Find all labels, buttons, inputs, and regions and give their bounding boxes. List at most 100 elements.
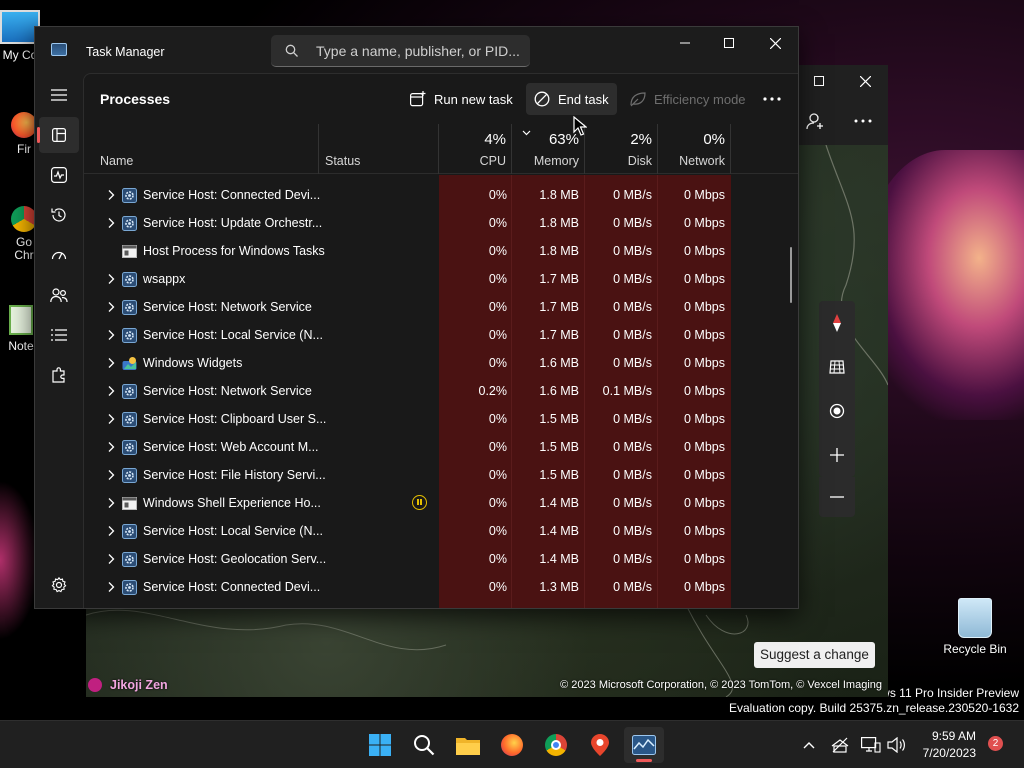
nav-item-app-history[interactable] <box>39 197 79 233</box>
clock-date: 7/20/2023 <box>922 746 976 760</box>
compass-button[interactable] <box>819 301 855 345</box>
maps-close-button[interactable] <box>848 65 882 97</box>
processes-icon <box>52 128 66 142</box>
taskbar-file-explorer[interactable] <box>448 727 488 763</box>
taskbar-task-manager[interactable] <box>624 727 664 763</box>
nav-item-startup-apps[interactable] <box>39 237 79 273</box>
run-new-task-label: Run new task <box>434 91 513 107</box>
chevron-right-icon[interactable] <box>105 441 117 453</box>
chevron-right-icon[interactable] <box>105 469 117 481</box>
zoom-out-button[interactable] <box>819 477 855 517</box>
process-row[interactable]: Service Host: Connected Devi... 0% 1.8 MB 0… <box>84 181 798 209</box>
nav-item-services[interactable] <box>39 357 79 393</box>
chevron-right-icon[interactable] <box>105 525 117 537</box>
process-network: 0 Mbps <box>684 440 725 454</box>
process-row[interactable]: Service Host: Web Account M... 0% 1.5 MB 0 … <box>84 433 798 461</box>
start-button[interactable] <box>360 727 400 763</box>
place-pin-icon <box>88 678 102 692</box>
column-divider[interactable] <box>730 124 731 174</box>
process-disk: 0 MB/s <box>613 496 652 510</box>
maps-more-button[interactable] <box>846 105 880 137</box>
taskbar-search-button[interactable] <box>404 727 444 763</box>
chevron-right-icon[interactable] <box>105 553 117 565</box>
end-task-button[interactable]: End task <box>526 83 617 115</box>
nav-item-users[interactable] <box>39 277 79 313</box>
process-cpu: 0% <box>488 244 507 258</box>
column-header-network[interactable]: 0% Network <box>658 124 731 174</box>
chevron-right-icon[interactable] <box>105 357 117 369</box>
processes-page: Processes Run new task End task Efficien… <box>83 73 798 608</box>
end-task-label: End task <box>558 91 609 107</box>
process-memory: 1.6 MB <box>539 356 579 370</box>
map-style-button[interactable] <box>819 345 855 389</box>
taskbar-firefox[interactable] <box>492 727 532 763</box>
close-button[interactable] <box>752 27 798 59</box>
efficiency-mode-button[interactable]: Efficiency mode <box>622 83 754 115</box>
gear-icon <box>122 300 137 315</box>
search-input[interactable] <box>316 41 521 61</box>
speedometer-icon <box>51 251 67 260</box>
desktop-icon-notepad[interactable]: Note <box>6 305 36 353</box>
taskbar-chrome[interactable] <box>536 727 576 763</box>
process-row[interactable]: Service Host: Update Orchestr... 0% 1.8 MB… <box>84 209 798 237</box>
process-row[interactable]: Service Host: File History Servi... 0% 1.5… <box>84 461 798 489</box>
nav-item-details[interactable] <box>39 317 79 353</box>
column-network-label: Network <box>679 154 725 168</box>
puzzle-icon <box>52 367 65 383</box>
nav-menu-toggle[interactable] <box>39 77 79 113</box>
zoom-in-button[interactable] <box>819 433 855 477</box>
vertical-scrollbar-thumb[interactable] <box>790 247 792 303</box>
run-new-task-button[interactable]: Run new task <box>402 83 521 115</box>
compass-icon <box>833 314 841 332</box>
process-row[interactable]: Windows Shell Experience Ho... 0% 1.4 MB 0 … <box>84 489 798 517</box>
process-row[interactable]: Service Host: Connected Devi... 0% 1.3 MB 0… <box>84 573 798 601</box>
column-header-disk[interactable]: 2% Disk <box>585 124 658 174</box>
process-row[interactable]: Service Host: Geolocation Serv... 0% 1.4 M… <box>84 545 798 573</box>
process-row[interactable]: Service Host: Local Service (N... 0% 1.4 M… <box>84 517 798 545</box>
chevron-right-icon[interactable] <box>105 413 117 425</box>
map-place-label[interactable]: Jikoji Zen <box>88 678 168 692</box>
my-location-button[interactable] <box>819 389 855 433</box>
chevron-right-icon[interactable] <box>105 189 117 201</box>
column-header-cpu[interactable]: 4% CPU <box>439 124 512 174</box>
nav-item-settings[interactable] <box>39 567 79 603</box>
process-row[interactable]: Service Host: Local Service (N... 0% 1.7 M… <box>84 321 798 349</box>
chevron-right-icon[interactable] <box>105 273 117 285</box>
tray-volume-button[interactable] <box>878 727 914 763</box>
disk-total-percent: 2% <box>630 131 652 148</box>
process-network: 0 Mbps <box>684 328 725 342</box>
chevron-right-icon[interactable] <box>105 217 117 229</box>
desktop-icon-recycle-bin[interactable]: Recycle Bin <box>940 598 1010 656</box>
process-cpu: 0% <box>488 468 507 482</box>
column-header-status[interactable]: Status <box>319 124 439 174</box>
maps-account-button[interactable] <box>798 105 832 137</box>
process-row[interactable]: Host Process for Windows Tasks 0% 1.8 MB 0 … <box>84 237 798 265</box>
chevron-right-icon[interactable] <box>105 301 117 313</box>
more-options-button[interactable] <box>755 83 797 115</box>
close-icon <box>859 75 871 87</box>
process-row[interactable]: Windows Widgets 0% 1.6 MB 0 MB/s 0 Mbps <box>84 349 798 377</box>
performance-icon <box>51 167 67 183</box>
column-header-name[interactable]: Name <box>84 124 319 174</box>
chevron-up-icon <box>803 742 815 749</box>
task-manager-window[interactable]: Task Manager Type a name, publisher, or … <box>34 26 799 609</box>
taskbar-maps[interactable] <box>580 727 620 763</box>
nav-item-performance[interactable] <box>39 157 79 193</box>
process-row[interactable]: Service Host: Network Service 0% 1.7 MB 0 M… <box>84 293 798 321</box>
chevron-right-icon[interactable] <box>105 385 117 397</box>
process-row[interactable]: Service Host: Network Service 0.2% 1.6 MB 0… <box>84 377 798 405</box>
nav-item-processes[interactable] <box>37 117 79 153</box>
maps-maximize-button[interactable] <box>802 65 836 97</box>
chevron-right-icon[interactable] <box>105 329 117 341</box>
search-box[interactable] <box>271 35 530 67</box>
chevron-right-icon[interactable] <box>105 497 117 509</box>
minimize-button[interactable] <box>662 27 708 59</box>
suggest-change-button[interactable]: Suggest a change <box>754 642 875 668</box>
notification-badge[interactable]: 2 <box>988 736 1003 751</box>
process-row[interactable]: wsappx 0% 1.7 MB 0 MB/s 0 Mbps <box>84 265 798 293</box>
maximize-button[interactable] <box>706 27 752 59</box>
clock-button[interactable]: 9:59 AM 7/20/2023 <box>912 727 978 763</box>
chevron-right-icon[interactable] <box>105 581 117 593</box>
process-row[interactable]: Service Host: Clipboard User S... 0% 1.5 M… <box>84 405 798 433</box>
process-list[interactable]: Service Host: Connected Devi... 0% 1.8 MB 0… <box>84 175 798 608</box>
